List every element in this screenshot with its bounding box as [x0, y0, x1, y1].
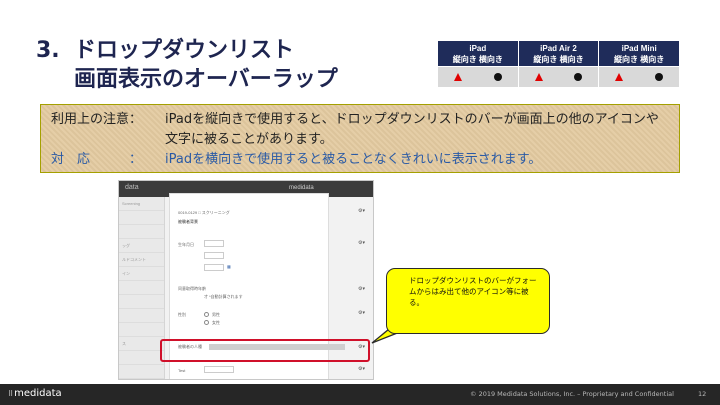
- overlap-highlight-box: [160, 339, 370, 362]
- device-compatibility-table: iPad 縦向き 横向き iPad Air 2 縦向き 横向き iPad Mini 縦…: [437, 40, 680, 88]
- app-name: data: [125, 184, 139, 191]
- sidebar-item[interactable]: イン: [119, 267, 164, 281]
- form-header-id: 0019-0129 □ スクリーニング: [178, 210, 230, 215]
- field-label-test: Test: [178, 368, 186, 373]
- field-label-sex: 性別: [178, 312, 186, 317]
- medidata-dots-icon: ⠿: [8, 390, 13, 398]
- triangle-icon: [534, 73, 543, 81]
- triangle-icon: [615, 73, 624, 81]
- explanation-callout: ドロップダウンリストのバーがフォームからはみ出て他のアイコン等に被る。: [386, 268, 550, 334]
- field-label-dob: 生年月日: [178, 242, 194, 247]
- dob-year-input[interactable]: [204, 240, 224, 247]
- response-text: iPadを横向きで使用すると被ることなくきれいに表示されます。: [165, 152, 542, 167]
- triangle-icon: [453, 73, 462, 81]
- callout-text: ドロップダウンリストのバーがフォームからはみ出て他のアイコン等に被る。: [409, 276, 537, 307]
- sidebar-item[interactable]: Screening: [119, 197, 164, 211]
- sidebar-item[interactable]: [119, 281, 164, 295]
- slide-footer: ⠿ medidata © 2019 Medidata Solutions, Inc…: [0, 384, 720, 405]
- sidebar-item[interactable]: ッグ: [119, 239, 164, 253]
- sidebar-item[interactable]: [119, 211, 164, 225]
- sex-female-radio[interactable]: [204, 320, 209, 325]
- response-label: 対 応 ：: [51, 152, 143, 167]
- title-line-1: ドロップダウンリスト: [74, 38, 295, 63]
- circle-icon: [493, 73, 502, 81]
- gear-dropdown-icon[interactable]: ⚙▾: [358, 366, 365, 372]
- medidata-logo: medidata: [289, 185, 314, 191]
- footer-brand: ⠿ medidata: [8, 388, 62, 399]
- sidebar-item[interactable]: [119, 225, 164, 239]
- device-status-ipad: [437, 66, 519, 88]
- caution-text: iPadを縦向きで使用すると、ドロップダウンリストのバーが画面上の他のアイコンや…: [165, 112, 659, 147]
- field-label-age: 同意取得時年齢: [178, 286, 206, 291]
- dob-day-input[interactable]: [204, 264, 224, 271]
- sex-male-label: 男性: [212, 312, 220, 317]
- sidebar-item[interactable]: [119, 323, 164, 337]
- device-header-ipad-mini: iPad Mini 縦向き 横向き: [598, 40, 680, 67]
- gear-dropdown-icon[interactable]: ⚙▾: [358, 208, 365, 214]
- app-sidebar: Screening ッグ ルドコメント イン ス: [119, 197, 165, 379]
- section-number: 3.: [36, 38, 60, 63]
- caution-label: 利用上の注意：: [51, 112, 143, 127]
- title-line-2: 画面表示のオーバーラップ: [74, 67, 338, 92]
- sex-female-label: 女性: [212, 320, 220, 325]
- device-header-ipad-air-2: iPad Air 2 縦向き 横向き: [517, 40, 600, 67]
- sidebar-item[interactable]: ス: [119, 337, 164, 351]
- sidebar-item[interactable]: ルドコメント: [119, 253, 164, 267]
- gear-dropdown-icon[interactable]: ⚙▾: [358, 286, 365, 292]
- sidebar-item[interactable]: [119, 351, 164, 365]
- usage-note-box: 利用上の注意： iPadを縦向きで使用すると、ドロップダウンリストのバーが画面上…: [40, 104, 680, 173]
- footer-copyright: © 2019 Medidata Solutions, Inc. – Propri…: [470, 390, 674, 398]
- form-section-title: 被験者背景: [178, 219, 198, 224]
- sidebar-item[interactable]: [119, 365, 164, 379]
- age-note: 才 *自動計算されます: [204, 294, 243, 299]
- circle-icon: [655, 73, 664, 81]
- slide-title: 3. ドロップダウンリスト 画面表示のオーバーラップ: [36, 36, 338, 94]
- calendar-icon[interactable]: ▦: [227, 264, 231, 269]
- sidebar-item[interactable]: [119, 309, 164, 323]
- sex-male-radio[interactable]: [204, 312, 209, 317]
- sidebar-item[interactable]: [119, 295, 164, 309]
- gear-dropdown-icon[interactable]: ⚙▾: [358, 310, 365, 316]
- caution-row: 利用上の注意： iPadを縦向きで使用すると、ドロップダウンリストのバーが画面上…: [51, 110, 669, 150]
- gear-dropdown-icon[interactable]: ⚙▾: [358, 240, 365, 246]
- dob-month-input[interactable]: [204, 252, 224, 259]
- device-header-ipad: iPad 縦向き 横向き: [437, 40, 519, 67]
- page-number: 12: [698, 390, 707, 398]
- device-status-ipad-air-2: [517, 66, 600, 88]
- circle-icon: [574, 73, 583, 81]
- device-status-ipad-mini: [598, 66, 680, 88]
- response-row: 対 応 ： iPadを横向きで使用すると被ることなくきれいに表示されます。: [51, 150, 669, 170]
- test-input[interactable]: [204, 366, 234, 373]
